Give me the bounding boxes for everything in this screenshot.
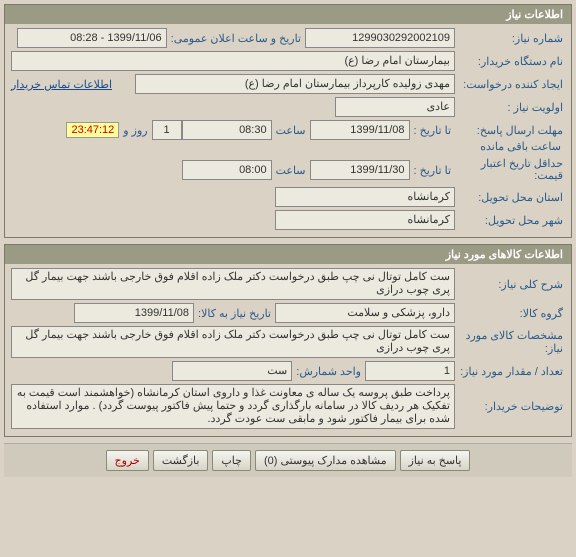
need-info-section: اطلاعات نیاز شماره نیاز: 129903029200210… <box>4 4 572 238</box>
goods-info-body: شرح کلی نیاز: ست کامل توتال نی چپ طبق در… <box>5 264 571 436</box>
deadline-to-label: تا تاریخ : <box>410 124 455 137</box>
time-label-1: ساعت <box>272 124 310 137</box>
deadline-time: 08:30 <box>182 120 272 140</box>
min-credit-label: حداقل تاریخ اعتبار قیمت: <box>455 156 565 184</box>
need-no-label: شماره نیاز: <box>455 30 565 47</box>
province-value: کرمانشاه <box>275 187 455 207</box>
exit-button[interactable]: خروج <box>106 450 149 471</box>
desc-value: ست کامل توتال نی چپ طبق درخواست دکتر ملک… <box>11 268 455 300</box>
date-to-value: 1399/11/08 <box>74 303 194 323</box>
city-label: شهر محل تحویل: <box>455 212 565 229</box>
need-info-body: شماره نیاز: 1299030292002109 تاریخ و ساع… <box>5 24 571 237</box>
need-no-value: 1299030292002109 <box>305 28 455 48</box>
group-label: گروه کالا: <box>455 305 565 322</box>
org-label: نام دستگاه خریدار: <box>455 53 565 70</box>
notes-label: توضیحات خریدار: <box>455 398 565 415</box>
desc-label: شرح کلی نیاز: <box>455 276 565 293</box>
group-value: دارو، پزشکی و سلامت <box>275 303 455 323</box>
deadline-label: مهلت ارسال پاسخ: <box>455 122 565 139</box>
deadline-date: 1399/11/08 <box>310 120 410 140</box>
back-button[interactable]: بازگشت <box>153 450 209 471</box>
notes-value: پرداخت طبق پروسه یک ساله ی معاونت غذا و … <box>11 384 455 429</box>
goods-info-section: اطلاعات کالاهای مورد نیاز شرح کلی نیاز: … <box>4 244 572 437</box>
priority-label: اولویت نیاز : <box>455 99 565 116</box>
contact-link[interactable]: اطلاعات تماس خریدار <box>11 78 112 91</box>
button-bar: پاسخ به نیاز مشاهده مدارک پیوستی (0) چاپ… <box>4 443 572 477</box>
priority-value: عادی <box>335 97 455 117</box>
countdown: 23:47:12 <box>66 122 119 138</box>
qty-label: تعداد / مقدار مورد نیاز: <box>455 363 565 380</box>
province-label: استان محل تحویل: <box>455 189 565 206</box>
spec-value: ست کامل توتال نی چپ طبق درخواست دکتر ملک… <box>11 326 455 358</box>
days-value: 1 <box>152 120 182 140</box>
org-value: بیمارستان امام رضا (ع) <box>11 51 455 71</box>
min-credit-to: تا تاریخ : <box>410 164 455 177</box>
days-label: روز و <box>119 124 151 137</box>
creator-value: مهدی زولیده کارپرداز بیمارستان امام رضا … <box>135 74 455 94</box>
creator-label: ایجاد کننده درخواست: <box>455 76 565 93</box>
min-credit-time: 08:00 <box>182 160 272 180</box>
unit-value: ست <box>172 361 292 381</box>
countdown-label: ساعت باقی مانده <box>476 140 565 153</box>
unit-label: واحد شمارش: <box>292 365 365 378</box>
print-button[interactable]: چاپ <box>212 450 251 471</box>
pub-label: تاریخ و ساعت اعلان عمومی: <box>167 32 305 45</box>
reply-button[interactable]: پاسخ به نیاز <box>400 450 471 471</box>
goods-info-header: اطلاعات کالاهای مورد نیاز <box>5 245 571 264</box>
time-label-2: ساعت <box>272 164 310 177</box>
attachments-button[interactable]: مشاهده مدارک پیوستی (0) <box>255 450 396 471</box>
qty-value: 1 <box>365 361 455 381</box>
min-credit-date: 1399/11/30 <box>310 160 410 180</box>
city-value: کرمانشاه <box>275 210 455 230</box>
date-to-label: تاریخ نیاز به کالا: <box>194 307 275 320</box>
need-info-header: اطلاعات نیاز <box>5 5 571 24</box>
spec-label: مشخصات کالای مورد نیاز: <box>455 327 565 357</box>
pub-value: 1399/11/06 - 08:28 <box>17 28 167 48</box>
